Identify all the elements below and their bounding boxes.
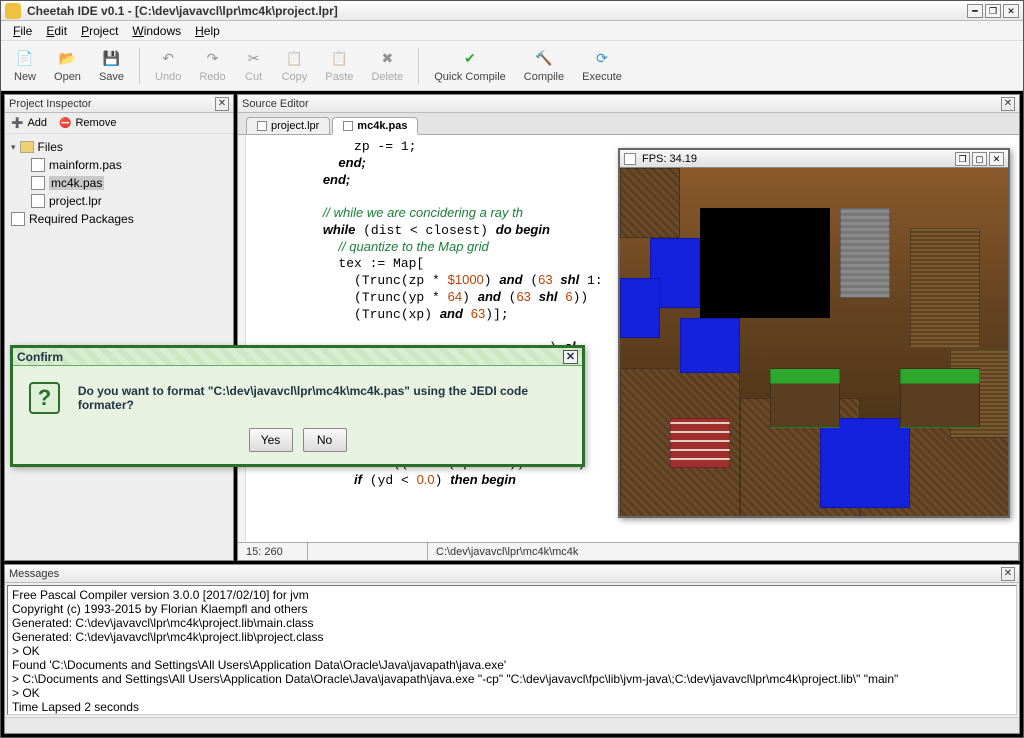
menu-bar: File Edit Project Windows Help [1, 21, 1023, 41]
inspector-toolbar: Add Remove [5, 113, 233, 134]
dialog-close-button[interactable]: ✕ [563, 350, 578, 364]
remove-button[interactable]: Remove [59, 117, 116, 129]
panel-title: Project Inspector [9, 98, 215, 110]
fps-title-bar[interactable]: FPS: 34.19 ❐ ▢ ✕ [620, 150, 1008, 168]
add-button[interactable]: Add [11, 117, 47, 129]
editor-tabs: project.lpr mc4k.pas [238, 113, 1019, 135]
quick-compile-button[interactable]: ✔Quick Compile [427, 46, 513, 86]
paste-icon: 📋 [329, 49, 349, 69]
maximize-button[interactable]: ❐ [985, 4, 1001, 18]
menu-help[interactable]: Help [189, 22, 226, 40]
title-bar: Cheetah IDE v0.1 - [C:\dev\javavcl\lpr\m… [1, 1, 1023, 21]
panel-close-button[interactable]: ✕ [215, 97, 229, 111]
folder-icon [20, 141, 34, 153]
save-button[interactable]: 💾Save [92, 46, 131, 86]
restore-button[interactable]: ❐ [955, 152, 970, 166]
execute-button[interactable]: ⟳Execute [575, 46, 629, 86]
panel-title: Messages [9, 568, 1001, 580]
compile-icon: 🔨 [534, 49, 554, 69]
file-icon [31, 194, 45, 208]
menu-edit[interactable]: Edit [40, 22, 73, 40]
execute-icon: ⟳ [592, 49, 612, 69]
undo-button[interactable]: ↶Undo [148, 46, 188, 86]
panel-close-button[interactable]: ✕ [1001, 97, 1015, 111]
new-button[interactable]: 📄New [7, 46, 43, 86]
new-file-icon: 📄 [15, 49, 35, 69]
dialog-title: Confirm [17, 350, 563, 364]
messages-output[interactable]: Free Pascal Compiler version 3.0.0 [2017… [7, 585, 1017, 715]
panel-close-button[interactable]: ✕ [1001, 567, 1015, 581]
redo-button[interactable]: ↷Redo [192, 46, 232, 86]
check-icon: ✔ [460, 49, 480, 69]
save-icon: 💾 [101, 49, 121, 69]
menu-project[interactable]: Project [75, 22, 124, 40]
redo-icon: ↷ [202, 49, 222, 69]
confirm-dialog: Confirm ✕ ? Do you want to format "C:\de… [10, 345, 585, 467]
file-icon [31, 176, 45, 190]
delete-button[interactable]: ✖Delete [364, 46, 410, 86]
editor-status-bar: 15: 260 C:\dev\javavcl\lpr\mc4k\mc4k [238, 542, 1019, 560]
messages-panel: Messages✕ Free Pascal Compiler version 3… [4, 564, 1020, 734]
no-button[interactable]: No [303, 428, 347, 452]
undo-icon: ↶ [158, 49, 178, 69]
paste-button[interactable]: 📋Paste [318, 46, 360, 86]
minimize-button[interactable]: ━ [967, 4, 983, 18]
maximize-button[interactable]: ▢ [972, 152, 987, 166]
tree-folder-files[interactable]: Files [7, 138, 231, 156]
tree-file[interactable]: mc4k.pas [7, 174, 231, 192]
project-tree: Files mainform.pas mc4k.pas project.lpr … [5, 134, 233, 232]
file-icon [257, 121, 267, 131]
window-title: Cheetah IDE v0.1 - [C:\dev\javavcl\lpr\m… [27, 4, 967, 18]
fps-window: FPS: 34.19 ❐ ▢ ✕ [618, 148, 1010, 518]
menu-windows[interactable]: Windows [126, 22, 187, 40]
file-path: C:\dev\javavcl\lpr\mc4k\mc4k [428, 543, 1019, 560]
copy-icon: 📋 [284, 49, 304, 69]
status-mode [308, 543, 428, 560]
folder-open-icon: 📂 [57, 49, 77, 69]
menu-file[interactable]: File [7, 22, 38, 40]
copy-button[interactable]: 📋Copy [275, 46, 315, 86]
window-icon [624, 153, 636, 165]
cut-button[interactable]: ✂Cut [237, 46, 271, 86]
tree-file[interactable]: project.lpr [7, 192, 231, 210]
question-icon: ? [29, 382, 60, 414]
dialog-message: Do you want to format "C:\dev\javavcl\lp… [78, 384, 566, 412]
cursor-pos: 15: 260 [238, 543, 308, 560]
tree-file[interactable]: mainform.pas [7, 156, 231, 174]
game-canvas[interactable] [620, 168, 1008, 516]
tab-mc4k[interactable]: mc4k.pas [332, 117, 418, 134]
close-button[interactable]: ✕ [1003, 4, 1019, 18]
open-button[interactable]: 📂Open [47, 46, 88, 86]
scrollbar[interactable] [5, 717, 1019, 733]
file-icon [31, 158, 45, 172]
delete-icon: ✖ [377, 49, 397, 69]
file-icon [343, 121, 353, 131]
close-button[interactable]: ✕ [989, 152, 1004, 166]
compile-button[interactable]: 🔨Compile [517, 46, 571, 86]
tree-required-packages[interactable]: Required Packages [7, 210, 231, 228]
app-logo-icon [5, 3, 21, 19]
yes-button[interactable]: Yes [249, 428, 293, 452]
dialog-title-bar[interactable]: Confirm ✕ [13, 348, 582, 366]
fps-title: FPS: 34.19 [642, 153, 953, 165]
tab-project[interactable]: project.lpr [246, 117, 330, 134]
cut-icon: ✂ [244, 49, 264, 69]
toolbar: 📄New 📂Open 💾Save ↶Undo ↷Redo ✂Cut 📋Copy … [1, 41, 1023, 91]
file-icon [11, 212, 25, 226]
panel-title: Source Editor [242, 98, 1001, 110]
project-inspector-panel: Project Inspector✕ Add Remove Files main… [4, 94, 234, 561]
